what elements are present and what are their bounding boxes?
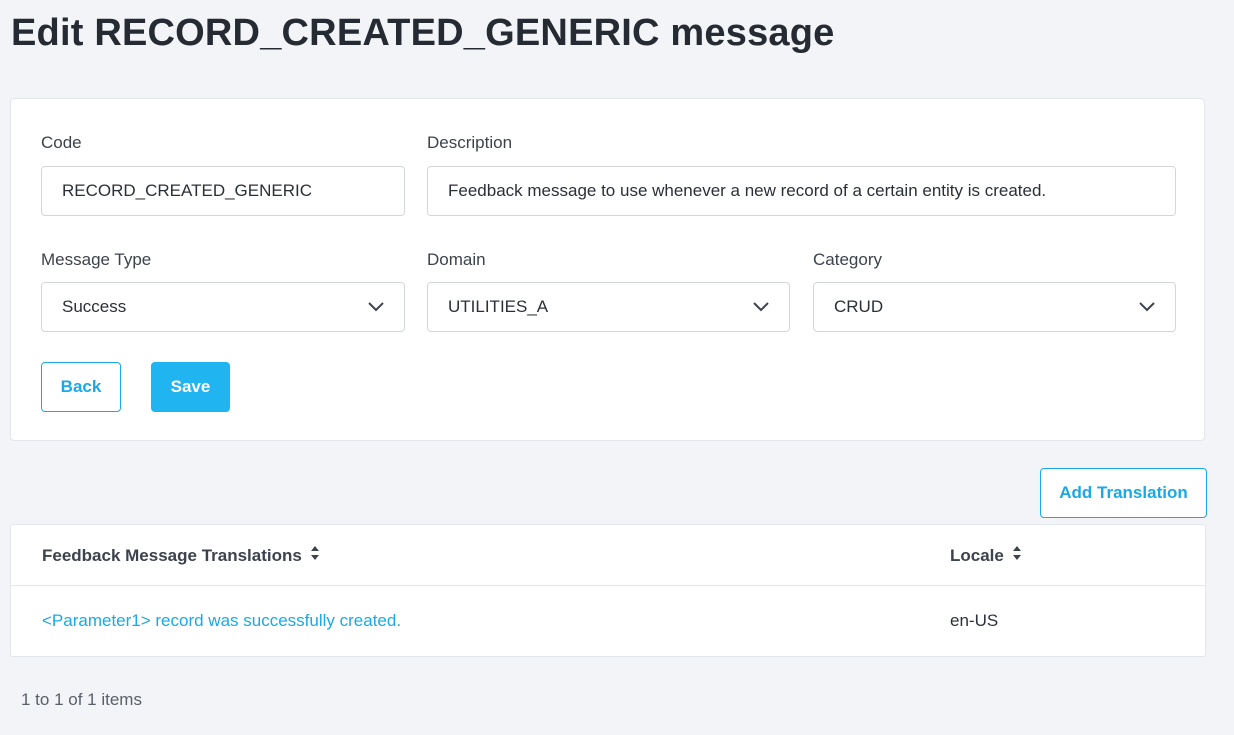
sort-icon[interactable]: [1012, 545, 1022, 566]
save-button[interactable]: Save: [151, 362, 230, 412]
message-type-select[interactable]: Success: [41, 282, 405, 332]
translation-locale: en-US: [950, 611, 999, 630]
column-header-message-label: Feedback Message Translations: [42, 545, 302, 565]
description-label: Description: [427, 133, 513, 152]
column-header-locale[interactable]: Locale: [950, 545, 1022, 566]
message-type-value: Success: [62, 297, 127, 316]
description-input[interactable]: Feedback message to use whenever a new r…: [427, 166, 1176, 216]
header-divider: [11, 585, 1205, 586]
chevron-down-icon: [368, 299, 384, 315]
back-button[interactable]: Back: [41, 362, 121, 412]
pagination-summary: 1 to 1 of 1 items: [21, 690, 142, 709]
category-value: CRUD: [834, 297, 884, 316]
translation-message-link[interactable]: <Parameter1> record was successfully cre…: [42, 611, 401, 631]
category-select[interactable]: CRUD: [813, 282, 1176, 332]
page-title: Edit RECORD_CREATED_GENERIC message: [11, 12, 835, 54]
sort-icon[interactable]: [310, 545, 320, 566]
code-input[interactable]: RECORD_CREATED_GENERIC: [41, 166, 405, 216]
message-type-label: Message Type: [41, 250, 152, 269]
domain-label: Domain: [427, 250, 486, 269]
message-form-card: Code RECORD_CREATED_GENERIC Description …: [10, 98, 1205, 441]
translations-table: Feedback Message Translations Locale <Pa…: [10, 524, 1206, 657]
code-label: Code: [41, 133, 82, 152]
add-translation-button[interactable]: Add Translation: [1040, 468, 1207, 518]
column-header-locale-label: Locale: [950, 545, 1004, 565]
category-label: Category: [813, 250, 882, 269]
domain-value: UTILITIES_A: [448, 297, 549, 316]
column-header-message[interactable]: Feedback Message Translations: [42, 545, 320, 566]
chevron-down-icon: [1139, 299, 1155, 315]
chevron-down-icon: [753, 299, 769, 315]
domain-select[interactable]: UTILITIES_A: [427, 282, 790, 332]
